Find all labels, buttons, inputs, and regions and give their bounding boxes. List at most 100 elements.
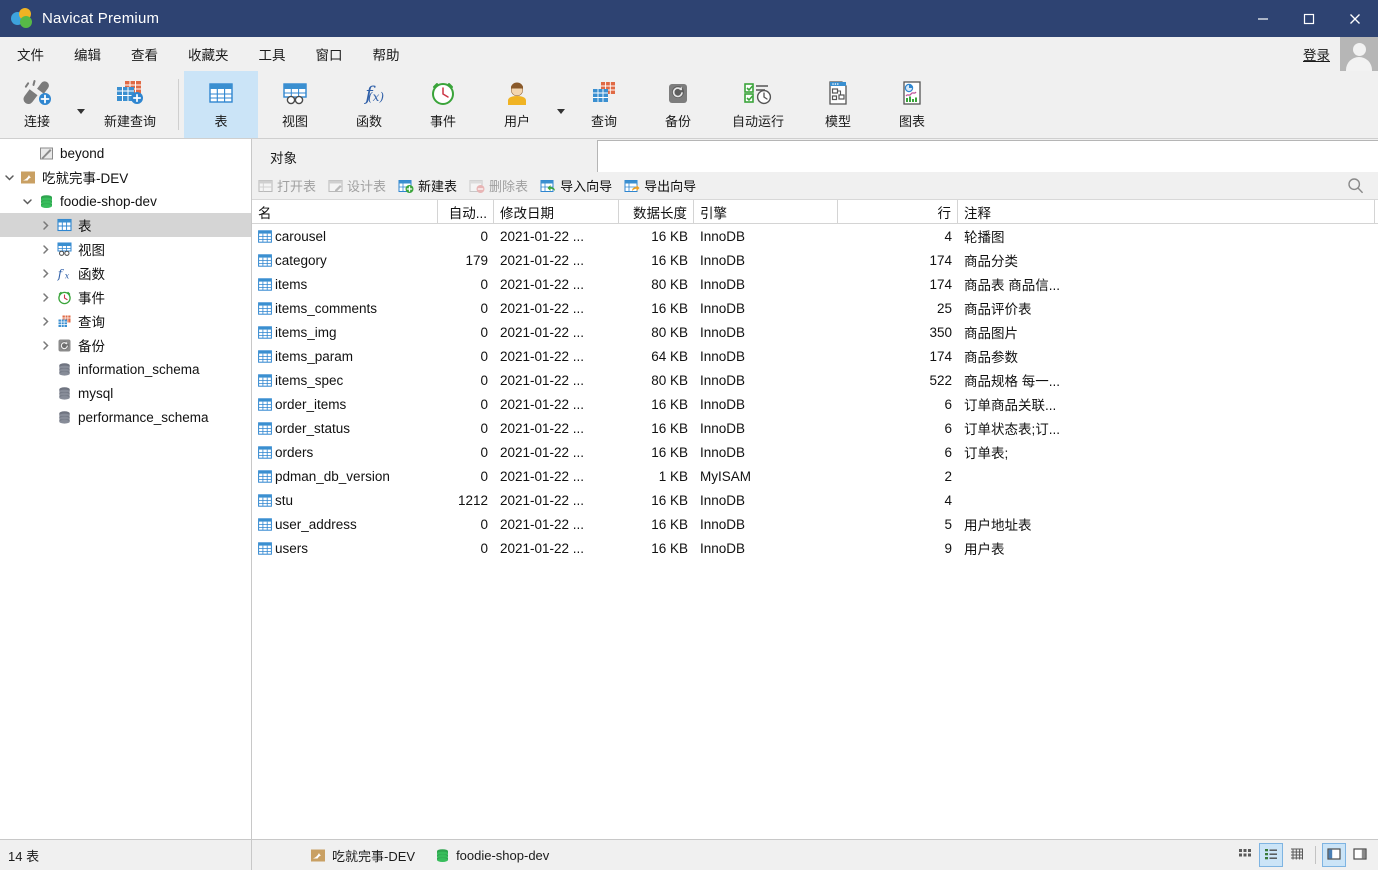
search-icon[interactable]	[1347, 177, 1364, 197]
table-icon	[258, 301, 272, 315]
menu-file[interactable]: 文件	[5, 40, 56, 68]
detail-view-button[interactable]	[1285, 843, 1309, 867]
column-header-auto[interactable]: 自动...	[438, 200, 494, 223]
ribbon-new-query-button[interactable]: 新建查询	[87, 71, 173, 138]
table-name-label: items_comments	[275, 300, 378, 316]
cell-modified-date: 2021-01-22 ...	[500, 276, 585, 292]
sidebar-item-queries[interactable]: 查询	[0, 309, 251, 333]
sidebar-item-information-schema[interactable]: information_schema	[0, 357, 251, 381]
column-header-modified[interactable]: 修改日期	[494, 200, 619, 223]
login-link[interactable]: 登录	[1303, 44, 1330, 64]
ribbon-automation-button[interactable]: 自动运行	[715, 71, 801, 138]
new-table-button[interactable]: 新建表	[392, 174, 463, 198]
ribbon-event-label: 事件	[429, 114, 456, 129]
user-avatar-icon[interactable]	[1340, 37, 1378, 71]
cell-modified-date: 2021-01-22 ...	[500, 444, 585, 460]
grid-body[interactable]: carousel 0 2021-01-22 ... 16 KB InnoDB 4 轮播图 ca…	[252, 224, 1378, 560]
sidebar-item-connection-dev[interactable]: 吃就完事-DEV	[0, 165, 251, 189]
ribbon-user-button[interactable]: 用户	[480, 71, 554, 138]
chevron-down-icon[interactable]	[0, 172, 18, 183]
column-header-rows[interactable]: 行	[838, 200, 958, 223]
table-row[interactable]: order_items 0 2021-01-22 ... 16 KB InnoDB 6 订单…	[252, 392, 1378, 416]
column-header-data-length[interactable]: 数据长度	[619, 200, 694, 223]
chevron-right-icon[interactable]	[36, 220, 54, 231]
chevron-right-icon[interactable]	[36, 244, 54, 255]
sidebar-item-events[interactable]: 事件	[0, 285, 251, 309]
menu-window[interactable]: 窗口	[304, 40, 355, 68]
column-header-comment[interactable]: 注释	[958, 200, 1375, 223]
menu-edit[interactable]: 编辑	[62, 40, 113, 68]
sidebar-item-views[interactable]: 视图	[0, 237, 251, 261]
menu-tools[interactable]: 工具	[247, 40, 298, 68]
sidebar-item-tables[interactable]: 表	[0, 213, 251, 237]
list-icon	[1264, 847, 1278, 864]
window-title: Navicat Premium	[42, 10, 160, 27]
icon-view-button[interactable]	[1233, 843, 1257, 867]
list-view-button[interactable]	[1259, 843, 1283, 867]
cell-modified-date: 2021-01-22 ...	[500, 540, 585, 556]
connection-tree-sidebar[interactable]: beyond 吃就完事-DEV foodie-shop-dev 表 视图 f x…	[0, 139, 252, 839]
ribbon-event-button[interactable]: 事件	[406, 71, 480, 138]
ribbon-model-button[interactable]: 模型	[801, 71, 875, 138]
table-row[interactable]: stu 1212 2021-01-22 ... 16 KB InnoDB 4	[252, 488, 1378, 512]
minimize-button[interactable]	[1240, 0, 1286, 37]
ribbon-function-button[interactable]: f (x) 函数	[332, 71, 406, 138]
menu-view[interactable]: 查看	[119, 40, 170, 68]
chevron-right-icon[interactable]	[36, 316, 54, 327]
table-row[interactable]: user_address 0 2021-01-22 ... 16 KB InnoDB 5 用…	[252, 512, 1378, 536]
left-pane-toggle-button[interactable]	[1322, 843, 1346, 867]
menu-favorites[interactable]: 收藏夹	[176, 40, 241, 68]
database-icon	[54, 386, 74, 401]
tables-grid[interactable]: 名 自动... 修改日期 数据长度 引擎 行 注释 carousel 0 2021-…	[252, 200, 1378, 839]
table-row[interactable]: category 179 2021-01-22 ... 16 KB InnoDB 174 商…	[252, 248, 1378, 272]
maximize-button[interactable]	[1286, 0, 1332, 37]
table-row[interactable]: items_param 0 2021-01-22 ... 64 KB InnoDB 174…	[252, 344, 1378, 368]
design-table-button[interactable]: 设计表	[322, 174, 392, 198]
cell-engine: InnoDB	[700, 420, 746, 436]
ribbon-connection-button[interactable]: 连接	[0, 71, 74, 138]
export-wizard-icon	[624, 179, 640, 193]
sidebar-item-beyond[interactable]: beyond	[0, 141, 251, 165]
cell-auto-increment: 0	[480, 516, 488, 532]
table-row[interactable]: items_img 0 2021-01-22 ... 80 KB InnoDB 350 商品…	[252, 320, 1378, 344]
table-row[interactable]: pdman_db_version 0 2021-01-22 ... 1 KB MyISA…	[252, 464, 1378, 488]
close-button[interactable]	[1332, 0, 1378, 37]
chevron-right-icon[interactable]	[36, 268, 54, 279]
chevron-right-icon[interactable]	[36, 340, 54, 351]
column-header-engine[interactable]: 引擎	[694, 200, 838, 223]
table-row[interactable]: orders 0 2021-01-22 ... 16 KB InnoDB 6 订单表;	[252, 440, 1378, 464]
ribbon-view-button[interactable]: 视图	[258, 71, 332, 138]
table-row[interactable]: items 0 2021-01-22 ... 80 KB InnoDB 174 商品表 商品…	[252, 272, 1378, 296]
column-header-name[interactable]: 名	[252, 200, 438, 223]
table-row[interactable]: items_spec 0 2021-01-22 ... 80 KB InnoDB 522 商…	[252, 368, 1378, 392]
right-pane-toggle-button[interactable]	[1348, 843, 1372, 867]
sidebar-item-performance-schema[interactable]: performance_schema	[0, 405, 251, 429]
ribbon-query-button[interactable]: 查询	[567, 71, 641, 138]
import-wizard-button[interactable]: 导入向导	[534, 174, 618, 198]
function-fx-icon: f (x)	[352, 76, 386, 110]
table-row[interactable]: order_status 0 2021-01-22 ... 16 KB InnoDB 6 订…	[252, 416, 1378, 440]
tab-objects[interactable]: 对象	[252, 142, 315, 172]
ribbon-chart-button[interactable]: 图表	[875, 71, 949, 138]
open-table-button[interactable]: 打开表	[252, 174, 322, 198]
chevron-right-icon[interactable]	[36, 292, 54, 303]
chevron-down-icon[interactable]	[18, 196, 36, 207]
export-wizard-button[interactable]: 导出向导	[618, 174, 702, 198]
table-row[interactable]: carousel 0 2021-01-22 ... 16 KB InnoDB 4 轮播图	[252, 224, 1378, 248]
connection-dropdown-caret-icon[interactable]	[74, 71, 87, 138]
table-row[interactable]: users 0 2021-01-22 ... 16 KB InnoDB 9 用户表	[252, 536, 1378, 560]
cell-rows: 9	[944, 540, 952, 556]
ribbon-table-button[interactable]: 表	[184, 71, 258, 138]
sidebar-item-database-foodie[interactable]: foodie-shop-dev	[0, 189, 251, 213]
menu-help[interactable]: 帮助	[361, 40, 412, 68]
table-row[interactable]: items_comments 0 2021-01-22 ... 16 KB InnoDB…	[252, 296, 1378, 320]
ribbon-backup-label: 备份	[664, 114, 691, 129]
sidebar-item-backups[interactable]: 备份	[0, 333, 251, 357]
ribbon-user-label: 用户	[503, 114, 530, 129]
delete-table-button[interactable]: 删除表	[463, 174, 534, 198]
cell-data-length: 16 KB	[651, 300, 688, 316]
sidebar-item-functions[interactable]: fx 函数	[0, 261, 251, 285]
user-dropdown-caret-icon[interactable]	[554, 71, 567, 138]
ribbon-backup-button[interactable]: 备份	[641, 71, 715, 138]
sidebar-item-mysql[interactable]: mysql	[0, 381, 251, 405]
